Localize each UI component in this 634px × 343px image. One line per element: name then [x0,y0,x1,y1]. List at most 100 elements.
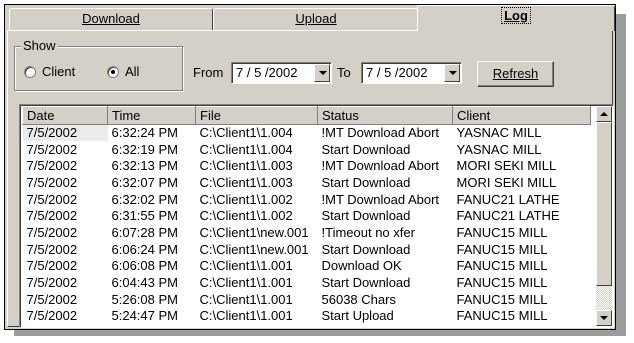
cell-date: 7/5/2002 [26,224,78,240]
log-table-body: 7/5/2002 6:32:24 PM C:\Client1\1.004 !MT Do… [22,124,591,325]
table-row[interactable]: 7/5/2002 6:31:55 PM C:\Client1\1.002 Start … [23,208,591,225]
cell-file: C:\Client1\1.001 [199,308,293,324]
cell-time: 5:26:08 PM [111,291,179,307]
from-date-picker[interactable]: 7 / 5 /2002 [231,62,332,84]
arrow-down-icon [600,316,608,320]
radio-all-label: All [125,64,140,79]
table-row[interactable]: 7/5/2002 6:32:07 PM C:\Client1\1.003 Start … [23,175,591,192]
cell-file: C:\Client1\new.001 [199,241,309,257]
cell-client: FANUC15 MILL [456,275,548,291]
cell-status: Start Download [321,174,411,190]
cell-date: 7/5/2002 [26,291,78,307]
cell-date: 7/5/2002 [26,174,78,190]
cell-client: YASNAC MILL [456,125,542,141]
table-row[interactable]: 7/5/2002 6:32:02 PM C:\Client1\1.002 !MT Do… [23,191,591,208]
scroll-down-button[interactable] [596,310,612,326]
log-table: Date Time File Status Client 7/5/2002 6:3… [22,106,591,325]
cell-time: 6:07:28 PM [111,224,179,240]
chevron-down-icon [319,71,327,75]
table-row[interactable]: 7/5/2002 6:04:43 PM C:\Client1\1.001 Start … [23,275,591,292]
cell-client: FANUC15 MILL [456,291,548,307]
cell-file: C:\Client1\1.003 [199,158,293,174]
cell-client: MORI SEKI MILL [456,158,557,174]
cell-status: 56038 Chars [321,291,396,307]
cell-client: YASNAC MILL [456,141,542,157]
cell-time: 6:06:24 PM [111,241,179,257]
show-groupbox: Show Client All [14,38,183,91]
cell-time: 6:32:13 PM [111,158,179,174]
from-date-dropdown-button[interactable] [314,64,330,82]
cell-client: FANUC21 LATHE [456,191,560,207]
cell-time: 6:04:43 PM [111,275,179,291]
cell-file: C:\Client1\new.001 [199,224,309,240]
tab-log-label: Log [501,7,531,24]
radio-client[interactable]: Client [24,64,75,79]
cell-time: 6:32:07 PM [111,174,179,190]
cell-client: FANUC15 MILL [456,258,548,274]
table-row[interactable]: 7/5/2002 6:32:19 PM C:\Client1\1.004 Start … [23,141,591,158]
cell-date: 7/5/2002 [26,141,78,157]
from-date-value[interactable]: 7 / 5 /2002 [236,65,297,80]
column-header-time[interactable]: Time [107,106,196,125]
cell-file: C:\Client1\1.002 [199,191,293,207]
cell-file: C:\Client1\1.001 [199,258,293,274]
cell-client: FANUC15 MILL [456,308,548,324]
scroll-up-button[interactable] [596,106,612,122]
cell-status: Start Download [321,141,411,157]
cell-time: 6:06:08 PM [111,258,179,274]
column-header-date[interactable]: Date [22,106,108,125]
cell-status: !Timeout no xfer [321,224,415,240]
table-row[interactable]: 7/5/2002 6:06:24 PM C:\Client1\new.001 Star… [23,241,591,258]
scroll-thumb[interactable] [596,122,612,286]
table-row[interactable]: 7/5/2002 6:32:13 PM C:\Client1\1.003 !MT Do… [23,158,591,175]
table-row[interactable]: 7/5/2002 5:26:08 PM C:\Client1\1.001 56038 … [23,291,591,308]
to-date-picker[interactable]: 7 / 5 /2002 [361,62,462,84]
cell-status: Download OK [321,258,402,274]
cell-status: Start Download [321,241,411,257]
table-row[interactable]: 7/5/2002 6:07:28 PM C:\Client1\new.001 !Tim… [23,225,591,242]
arrow-up-icon [600,112,608,116]
log-header-row: Date Time File Status Client [22,106,591,125]
column-header-file[interactable]: File [195,106,318,125]
cell-file: C:\Client1\1.002 [199,208,293,224]
radio-all-dot[interactable] [107,65,119,78]
show-groupbox-title: Show [21,38,58,53]
radio-client-dot[interactable] [24,65,36,78]
cell-client: FANUC21 LATHE [456,208,560,224]
tab-upload[interactable]: Upload [213,8,419,30]
table-row[interactable]: 7/5/2002 6:32:24 PM C:\Client1\1.004 !MT Do… [22,124,591,142]
chevron-down-icon [449,71,457,75]
cell-file: C:\Client1\1.001 [199,291,293,307]
to-label: To [337,65,351,80]
tab-log[interactable]: Log [417,5,615,31]
column-header-status[interactable]: Status [317,106,453,125]
column-header-client[interactable]: Client [452,106,591,125]
cell-status: !MT Download Abort [321,125,440,141]
table-row[interactable]: 7/5/2002 6:06:08 PM C:\Client1\1.001 Downlo… [23,258,591,275]
vertical-scrollbar[interactable] [596,106,612,326]
tab-download[interactable]: Download [9,8,213,30]
log-window: Download Upload Log Show Client All From… [4,4,616,330]
refresh-button[interactable]: Refresh [477,61,554,87]
cell-time: 6:32:19 PM [111,141,179,157]
cell-file: C:\Client1\1.004 [199,125,293,141]
cell-date: 7/5/2002 [26,258,78,274]
radio-all[interactable]: All [107,64,139,79]
cell-date: 7/5/2002 [26,191,78,207]
log-list[interactable]: Date Time File Status Client 7/5/2002 6:3… [19,104,614,328]
cell-date: 7/5/2002 [26,158,78,174]
to-date-dropdown-button[interactable] [444,64,460,82]
cell-file: C:\Client1\1.003 [199,174,293,190]
to-date-value[interactable]: 7 / 5 /2002 [366,65,427,80]
cell-file: C:\Client1\1.004 [199,141,293,157]
cell-date: 7/5/2002 [26,208,78,224]
tab-upload-label: Upload [295,11,337,26]
cell-status: Start Download [321,208,411,224]
table-row[interactable]: 7/5/2002 5:24:47 PM C:\Client1\1.001 Start … [23,308,591,325]
cell-time: 6:32:02 PM [111,191,179,207]
cell-date: 7/5/2002 [22,124,108,142]
tab-download-label: Download [82,11,140,26]
cell-client: MORI SEKI MILL [456,174,557,190]
cell-client: FANUC15 MILL [456,224,548,240]
cell-client: FANUC15 MILL [456,241,548,257]
